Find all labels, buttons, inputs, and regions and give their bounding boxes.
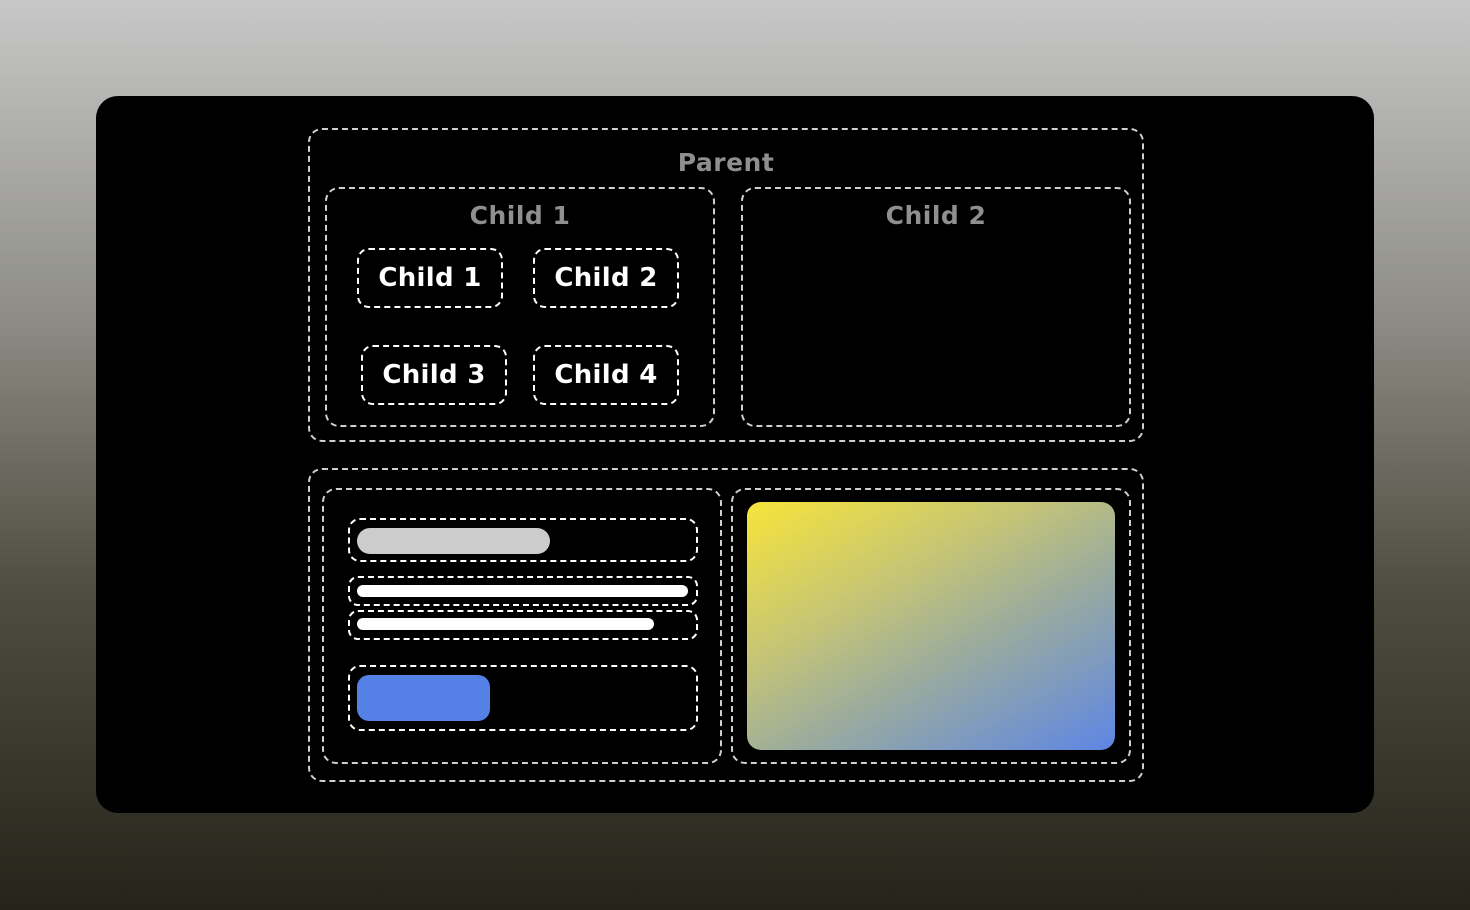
text-line-2 xyxy=(357,618,654,630)
button-placeholder-row xyxy=(348,665,698,731)
bottom-container xyxy=(308,468,1144,782)
text-line-row-2 xyxy=(348,610,698,640)
image-panel xyxy=(731,488,1131,764)
button-placeholder xyxy=(357,675,490,721)
content-panel xyxy=(322,488,722,764)
parent-label: Parent xyxy=(677,148,775,177)
gradient-image xyxy=(747,502,1115,750)
title-placeholder-row xyxy=(348,518,698,562)
diagram-card: Parent Child 1 Child 1 Child 2 Child 3 C… xyxy=(96,96,1374,813)
text-line-1 xyxy=(357,585,688,597)
child1-label: Child 1 xyxy=(469,201,571,230)
title-placeholder-bar xyxy=(357,528,550,554)
parent-container: Parent Child 1 Child 1 Child 2 Child 3 C… xyxy=(308,128,1144,442)
grid-child-2: Child 2 xyxy=(533,248,679,308)
grid-child-4: Child 4 xyxy=(533,345,679,405)
text-line-row-1 xyxy=(348,576,698,606)
grid-child-3: Child 3 xyxy=(361,345,507,405)
grid-child-1: Child 1 xyxy=(357,248,503,308)
child1-container: Child 1 Child 1 Child 2 Child 3 Child 4 xyxy=(325,187,715,427)
child2-container: Child 2 xyxy=(741,187,1131,427)
child2-label: Child 2 xyxy=(885,201,987,230)
